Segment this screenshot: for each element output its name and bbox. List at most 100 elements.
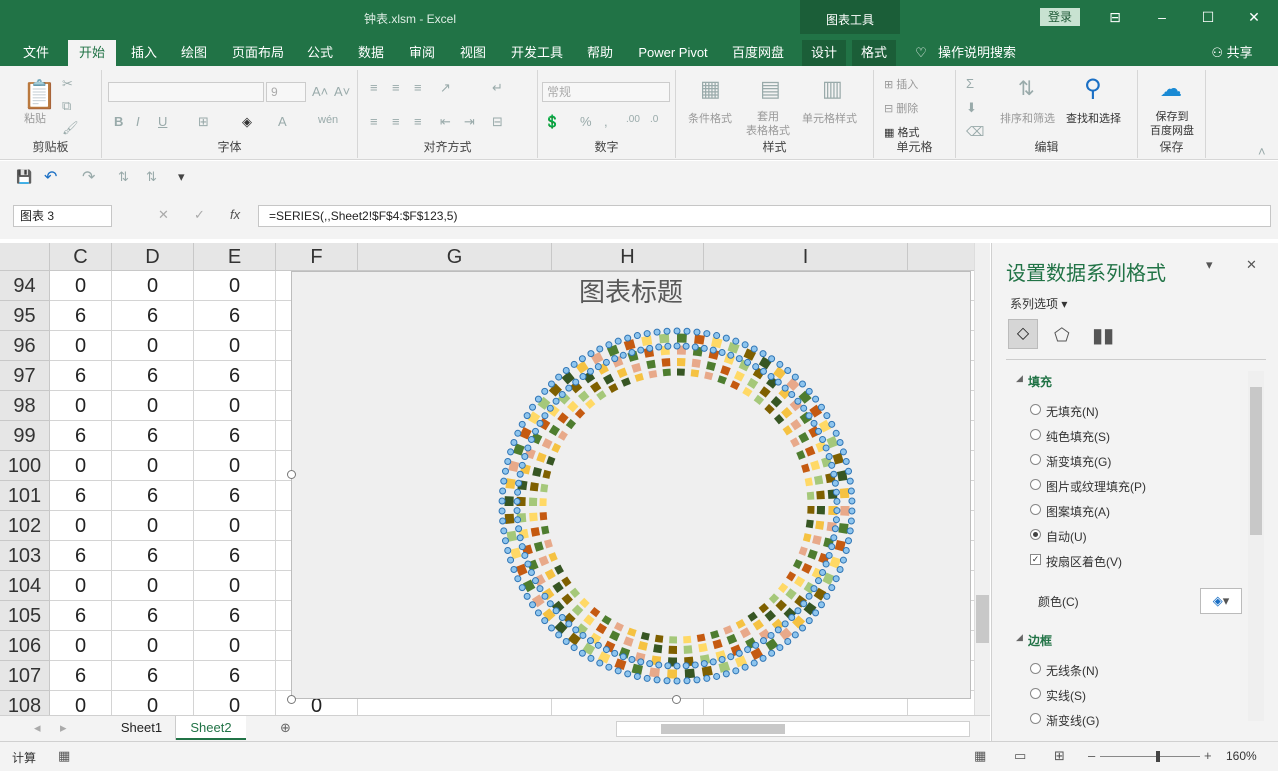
table-cell[interactable]: 0 xyxy=(50,331,112,361)
donut-chart[interactable] xyxy=(292,272,972,700)
series-selection-handle[interactable] xyxy=(774,378,782,386)
donut-segment[interactable] xyxy=(786,377,800,392)
series-selection-handle[interactable] xyxy=(541,412,549,420)
donut-segment[interactable] xyxy=(815,440,828,453)
table-cell[interactable]: 6 xyxy=(50,361,112,391)
donut-segment[interactable] xyxy=(815,520,825,530)
series-selection-handle[interactable] xyxy=(624,670,632,678)
row-header[interactable]: 107 xyxy=(0,661,50,691)
series-selection-handle[interactable] xyxy=(602,646,610,654)
donut-segment[interactable] xyxy=(739,627,751,639)
donut-segment[interactable] xyxy=(596,390,607,401)
table-cell[interactable]: 0 xyxy=(112,331,194,361)
phonetic-icon[interactable]: wén xyxy=(318,114,338,126)
donut-segment[interactable] xyxy=(643,347,655,358)
series-selection-handle[interactable] xyxy=(846,477,854,485)
table-cell[interactable]: 0 xyxy=(194,511,276,541)
series-selection-handle[interactable] xyxy=(722,334,730,342)
minimize-icon[interactable]: – xyxy=(1150,6,1174,28)
series-selection-handle[interactable] xyxy=(845,537,853,545)
donut-segment[interactable] xyxy=(548,424,560,437)
series-selection-handle[interactable] xyxy=(570,644,578,652)
row-header[interactable]: 108 xyxy=(0,691,50,715)
table-cell[interactable]: 0 xyxy=(194,451,276,481)
customize-qat-icon[interactable]: ▾ xyxy=(178,169,185,185)
donut-segment[interactable] xyxy=(575,360,589,374)
series-selection-handle[interactable] xyxy=(794,607,802,615)
series-selection-handle[interactable] xyxy=(605,663,613,671)
donut-segment[interactable] xyxy=(561,371,575,385)
delete-cells-button[interactable]: ⊟ 删除 xyxy=(884,100,918,116)
series-selection-handle[interactable] xyxy=(536,585,544,593)
series-selection-handle[interactable] xyxy=(499,517,507,525)
donut-segment[interactable] xyxy=(838,523,849,534)
series-selection-handle[interactable] xyxy=(741,663,749,671)
donut-segment[interactable] xyxy=(516,513,527,523)
pane-scroll-thumb[interactable] xyxy=(1250,387,1262,535)
chart-area[interactable]: 图表标题 xyxy=(291,271,971,699)
series-selection-handle[interactable] xyxy=(781,620,789,628)
table-cell[interactable]: 0 xyxy=(194,271,276,301)
series-selection-handle[interactable] xyxy=(735,355,743,363)
fill-color-icon[interactable]: ◈ xyxy=(242,114,252,130)
series-selection-handle[interactable] xyxy=(548,624,556,632)
series-selection-handle[interactable] xyxy=(529,601,537,609)
page-layout-view-icon[interactable]: ▭ xyxy=(1014,748,1026,764)
donut-segment[interactable] xyxy=(812,535,822,546)
donut-segment[interactable] xyxy=(548,383,563,397)
page-break-view-icon[interactable]: ⊞ xyxy=(1054,748,1065,764)
donut-segment[interactable] xyxy=(571,604,584,616)
decrease-font-icon[interactable]: A˅ xyxy=(334,84,350,99)
share-button[interactable]: ⚇ 共享 xyxy=(1206,40,1258,66)
tab-baidu-netdisk[interactable]: 百度网盘 xyxy=(726,40,790,66)
tab-help[interactable]: 帮助 xyxy=(578,40,622,66)
series-selection-handle[interactable] xyxy=(781,384,789,392)
series-selection-handle[interactable] xyxy=(546,600,554,608)
donut-segment[interactable] xyxy=(537,396,551,410)
donut-segment[interactable] xyxy=(802,533,812,543)
donut-segment[interactable] xyxy=(546,456,556,466)
donut-segment[interactable] xyxy=(798,432,810,444)
zoom-level[interactable]: 160% xyxy=(1226,749,1257,763)
series-selection-handle[interactable] xyxy=(633,332,641,340)
donut-segment[interactable] xyxy=(712,639,723,650)
donut-segment[interactable] xyxy=(730,380,741,391)
table-cell[interactable]: 6 xyxy=(194,361,276,391)
series-selection-handle[interactable] xyxy=(703,330,711,338)
chart-resize-handle-bottom[interactable] xyxy=(672,695,681,704)
donut-segment[interactable] xyxy=(829,556,842,569)
donut-segment[interactable] xyxy=(743,348,757,361)
series-selection-handle[interactable] xyxy=(572,626,580,634)
series-selection-handle[interactable] xyxy=(784,367,792,375)
donut-segment[interactable] xyxy=(529,512,538,522)
series-selection-handle[interactable] xyxy=(653,328,661,336)
series-selection-handle[interactable] xyxy=(833,507,841,515)
series-selection-handle[interactable] xyxy=(812,395,820,403)
donut-segment[interactable] xyxy=(701,665,713,677)
table-cell[interactable]: 0 xyxy=(50,691,112,715)
fill-option[interactable]: 无填充(N) xyxy=(1030,403,1099,420)
donut-segment[interactable] xyxy=(653,644,663,654)
increase-indent-icon[interactable]: ⇥ xyxy=(464,114,475,130)
save-baidu-label[interactable]: 保存到 百度网盘 xyxy=(1146,110,1198,138)
row-header[interactable]: 104 xyxy=(0,571,50,601)
table-cell[interactable]: 0 xyxy=(194,391,276,421)
donut-segment[interactable] xyxy=(836,470,848,482)
enter-icon[interactable]: ✓ xyxy=(194,207,205,223)
sort-asc-icon[interactable]: ⇅ xyxy=(118,169,129,185)
donut-segment[interactable] xyxy=(651,655,662,666)
series-selection-handle[interactable] xyxy=(682,342,690,350)
series-selection-handle[interactable] xyxy=(518,584,526,592)
series-selection-handle[interactable] xyxy=(594,641,602,649)
series-selection-handle[interactable] xyxy=(587,654,595,662)
series-selection-handle[interactable] xyxy=(767,631,775,639)
donut-segment[interactable] xyxy=(786,571,797,582)
donut-segment[interactable] xyxy=(658,333,670,344)
chart-resize-handle-left[interactable] xyxy=(287,470,296,479)
series-selection-handle[interactable] xyxy=(767,373,775,381)
donut-segment[interactable] xyxy=(796,450,806,460)
series-selection-handle[interactable] xyxy=(836,565,844,573)
table-cell[interactable]: 0 xyxy=(50,271,112,301)
paste-icon[interactable]: 📋 xyxy=(22,78,57,111)
donut-segment[interactable] xyxy=(541,525,550,535)
